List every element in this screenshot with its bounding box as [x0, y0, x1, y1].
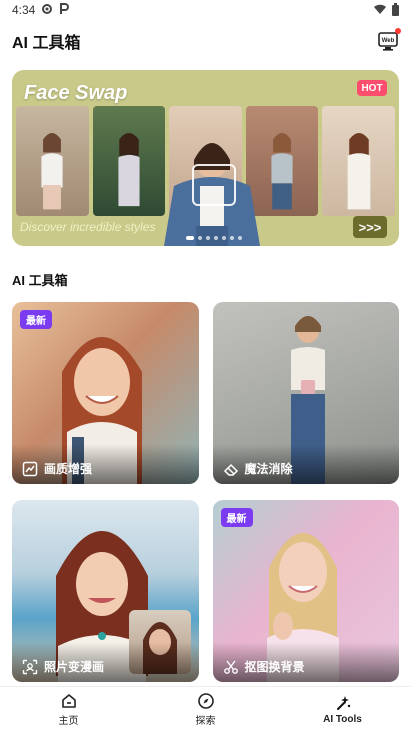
tool-card-magic-eraser[interactable]: 魔法消除 — [212, 302, 399, 484]
app-header: AI 工具箱 Web — [0, 22, 411, 60]
tool-label: 画质增强 — [44, 462, 93, 476]
banner-photo — [322, 106, 395, 216]
carousel-dots[interactable] — [186, 236, 242, 240]
banner-photo — [92, 106, 166, 216]
banner-title: Face Swap — [24, 82, 128, 104]
compass-icon — [197, 692, 214, 709]
nav-ai-tools[interactable]: AI Tools — [274, 687, 411, 731]
tool-label: 抠图换背景 — [244, 660, 305, 674]
tool-label: 照片变漫画 — [44, 660, 105, 674]
nav-label: 探索 — [195, 715, 216, 727]
banner-cta-text: Discover incredible styles — [20, 220, 156, 234]
app-gear-icon — [41, 3, 53, 18]
home-icon — [61, 693, 76, 708]
enhance-icon — [22, 461, 38, 476]
carousel-dot[interactable] — [238, 236, 242, 240]
face-swap-banner[interactable]: Face Swap HOT Discover incredible styles… — [12, 70, 399, 246]
status-bar: 4:34 — [0, 0, 411, 20]
new-badge: 最新 — [20, 310, 52, 329]
battery-icon — [392, 2, 399, 16]
section-title: AI 工具箱 — [12, 273, 68, 288]
carousel-dot[interactable] — [186, 236, 194, 240]
tool-card-photo-to-cartoon[interactable]: 照片变漫画 — [12, 500, 199, 682]
nav-home[interactable]: 主页 — [0, 687, 137, 731]
tool-card-cutout-background[interactable]: 最新 抠图换背景 — [212, 500, 399, 682]
banner-arrow-button[interactable]: >>> — [353, 216, 387, 238]
tool-label: 魔法消除 — [244, 462, 293, 476]
eraser-icon — [223, 463, 238, 476]
portrait-scan-icon — [22, 659, 38, 674]
hot-badge: HOT — [357, 80, 387, 96]
sparkle-icon — [336, 695, 350, 710]
notification-dot — [395, 28, 401, 34]
web-button-label: Web — [382, 38, 395, 44]
face-scan-frame — [192, 164, 236, 206]
carousel-dot[interactable] — [206, 236, 210, 240]
carousel-dot[interactable] — [222, 236, 226, 240]
bottom-nav: 主页 探索 AI Tools — [0, 686, 411, 731]
status-time: 4:34 — [12, 3, 36, 17]
nav-label: 主页 — [58, 715, 79, 727]
carousel-dot[interactable] — [214, 236, 218, 240]
scissors-icon — [223, 660, 238, 674]
p-icon — [59, 2, 70, 18]
carousel-dot[interactable] — [198, 236, 202, 240]
carousel-dot[interactable] — [230, 236, 234, 240]
tools-grid: 最新 画质增强 魔法消除 照片变漫画 最新 抠图换背景 — [12, 302, 399, 682]
nav-explore[interactable]: 探索 — [137, 687, 274, 731]
banner-photo — [16, 106, 89, 216]
web-button[interactable]: Web — [377, 28, 401, 52]
page-title: AI 工具箱 — [12, 35, 81, 52]
nav-label: AI Tools — [323, 713, 362, 725]
tool-card-enhance[interactable]: 最新 画质增强 — [12, 302, 199, 484]
wifi-icon — [374, 3, 386, 17]
new-badge: 最新 — [220, 508, 253, 527]
